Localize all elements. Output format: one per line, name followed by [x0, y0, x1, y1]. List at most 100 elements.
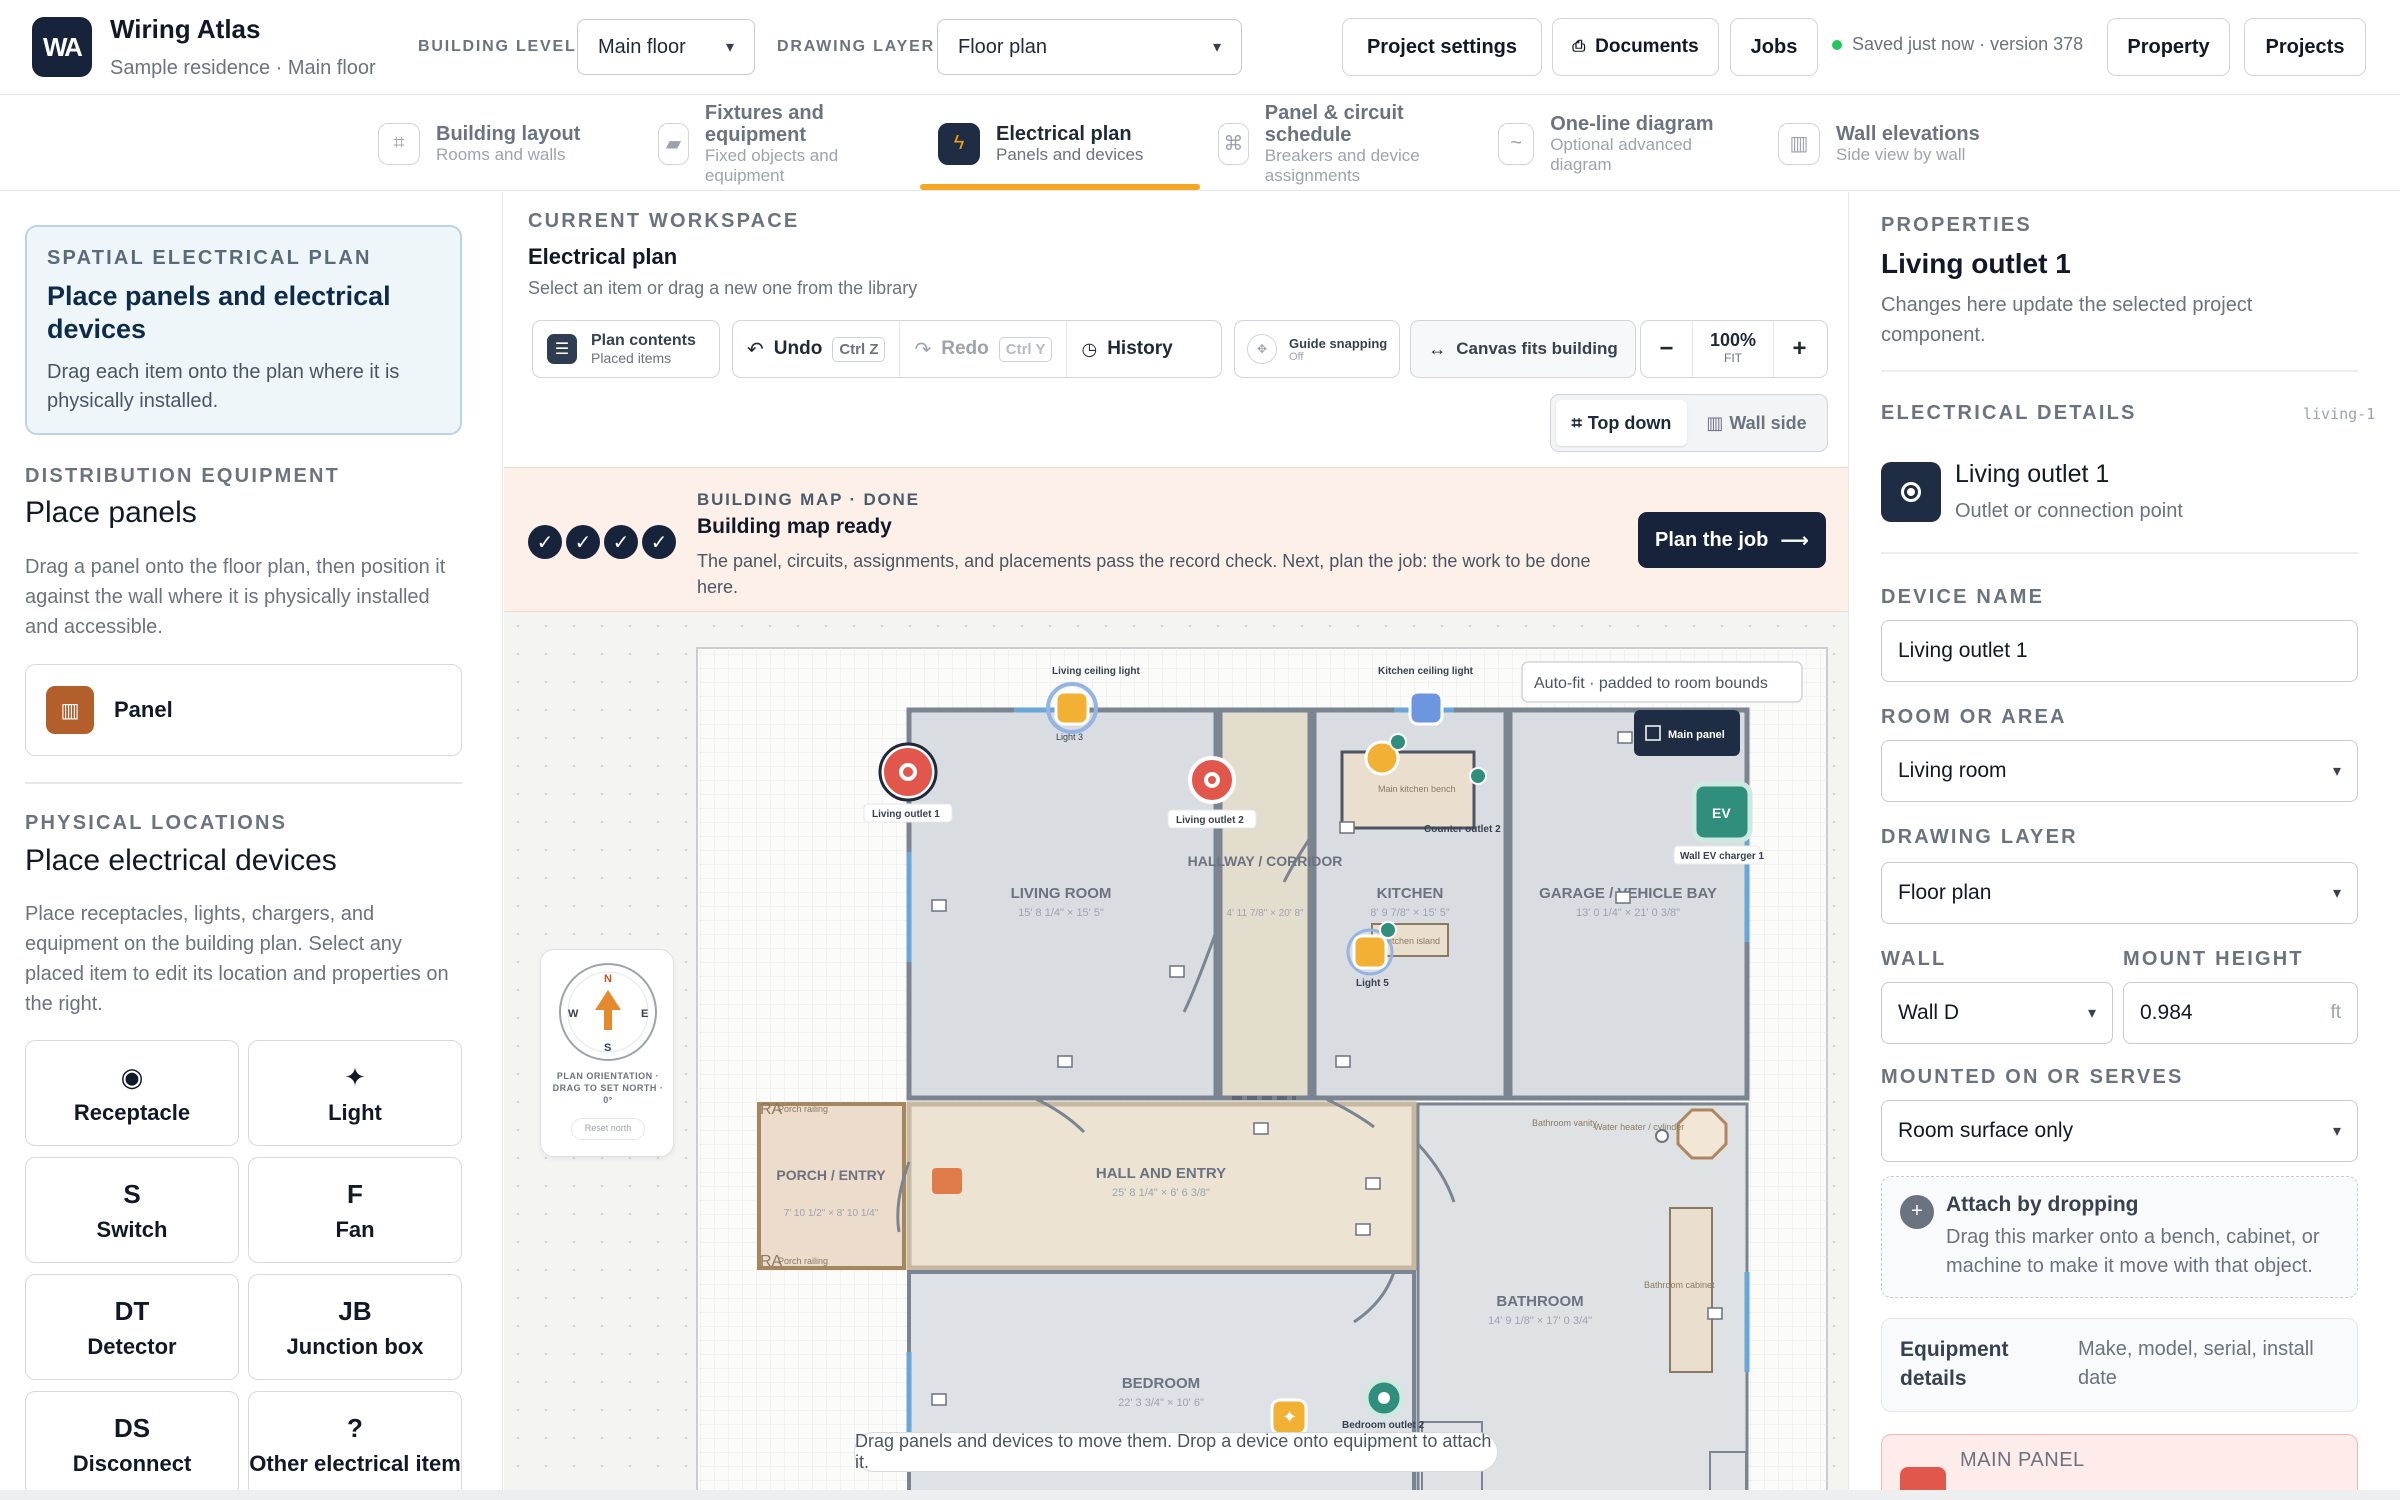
drawing-layer-label: DRAWING LAYER	[777, 38, 935, 55]
undo-shortcut: Ctrl Z	[832, 336, 886, 362]
device-receptacle[interactable]: ◉ Receptacle	[25, 1040, 239, 1146]
room-hallway[interactable]	[1217, 707, 1313, 1101]
device-other[interactable]: ? Other electrical item	[248, 1391, 462, 1497]
device-detector[interactable]: DT Detector	[25, 1274, 239, 1380]
equipment-details-row[interactable]: Equipment details Make, model, serial, i…	[1881, 1318, 2358, 1412]
app-root: WA Wiring Atlas Sample residence · Main …	[0, 0, 2400, 1500]
jobs-button[interactable]: Jobs	[1730, 18, 1818, 76]
top-bar: WA Wiring Atlas Sample residence · Main …	[0, 0, 2400, 95]
device-light[interactable]: ✦ Light	[248, 1040, 462, 1146]
history-button[interactable]: ◷ History	[1067, 321, 1186, 377]
tab-subtitle: Fixed objects and equipment	[704, 145, 839, 185]
room-dims: 22' 3 3/4" × 10' 6"	[1118, 1397, 1204, 1409]
tab-one-line[interactable]: ~ One-line diagram Optional advanced diag…	[1498, 96, 1728, 191]
device-marker-bedroom-light[interactable]: ✦	[1270, 1398, 1308, 1436]
electrical-id: living-1	[2303, 405, 2376, 423]
plan-canvas[interactable]: LIVING ROOM HALLWAY / CORRIDOR KITCHEN G…	[504, 612, 1848, 1500]
top-down-button[interactable]: ⌗ Top down	[1556, 400, 1687, 446]
redo-button[interactable]: ↷ Redo Ctrl Y	[900, 321, 1068, 377]
switch-box-icon[interactable]	[1339, 821, 1355, 834]
projects-button[interactable]: Projects	[2244, 18, 2366, 76]
room-living[interactable]	[906, 707, 1219, 1101]
arrow-right-icon: ⟶	[1780, 529, 1809, 552]
switch-box-icon[interactable]	[1355, 1223, 1371, 1236]
tab-wall-elevations[interactable]: ▥ Wall elevations Side view by wall	[1778, 96, 1980, 191]
switch-box-icon[interactable]	[1615, 891, 1631, 904]
switch-box-icon[interactable]	[1365, 1177, 1381, 1190]
room-hall-entry[interactable]	[906, 1101, 1417, 1271]
project-settings-button[interactable]: Project settings	[1342, 18, 1542, 76]
fixture-water-heater[interactable]	[1676, 1108, 1728, 1160]
device-switch[interactable]: S Switch	[25, 1157, 239, 1263]
device-title: Living outlet 1	[1955, 460, 2110, 488]
device-fan[interactable]: F Fan	[248, 1157, 462, 1263]
switch-icon: S	[123, 1178, 141, 1209]
canvas-fits-button[interactable]: ↔ Canvas fits building	[1410, 320, 1636, 378]
tab-building-layout[interactable]: ⌗ Building layout Rooms and walls	[378, 96, 580, 191]
tab-panel-schedule[interactable]: ⌘ Panel & circuit schedule Breakers and d…	[1218, 96, 1448, 191]
canvas-hint: Drag panels and devices to move them. Dr…	[854, 1431, 1498, 1472]
orientation-text: PLAN ORIENTATION · DRAG TO SET NORTH · 0…	[552, 1071, 664, 1105]
device-label: Light 5	[1356, 978, 1389, 989]
mount-height-input[interactable]: 0.984 ft	[2123, 982, 2358, 1044]
intro-text: Drag each item onto the plan where it is…	[47, 361, 400, 412]
workspace-kicker: CURRENT WORKSPACE	[528, 210, 800, 232]
switch-box-icon[interactable]	[1707, 1307, 1723, 1320]
intro-title: Place panels and electrical devices	[47, 281, 391, 344]
wall-select[interactable]: Wall D ▾	[1881, 982, 2113, 1044]
porch-light-icon[interactable]	[932, 1168, 962, 1194]
room-select[interactable]: Living room ▾	[1881, 740, 2358, 802]
zoom-in-button[interactable]: +	[1773, 321, 1825, 377]
serves-select[interactable]: Room surface only ▾	[1881, 1100, 2358, 1162]
distribution-text: Drag a panel onto the floor plan, then p…	[25, 556, 446, 638]
switch-box-icon[interactable]	[1057, 1055, 1073, 1068]
plan-orientation-widget[interactable]: N E S W PLAN ORIENTATION · DRAG TO SET N…	[540, 949, 674, 1157]
room-porch[interactable]	[757, 1102, 906, 1270]
redo-label: Redo	[941, 338, 989, 359]
undo-button[interactable]: ↶ Undo Ctrl Z	[733, 321, 901, 377]
workspace: CURRENT WORKSPACE Electrical plan Select…	[504, 192, 1848, 1500]
tab-title: Electrical plan	[996, 122, 1132, 145]
grid-icon: ⌗	[1571, 412, 1582, 433]
serves-value: Room surface only	[1898, 1119, 2074, 1142]
device-disconnect[interactable]: DS Disconnect	[25, 1391, 239, 1497]
reset-north-button[interactable]: Reset north	[571, 1118, 645, 1140]
switch-box-icon[interactable]	[1617, 731, 1633, 744]
wall-side-button[interactable]: ▥ Wall side	[1691, 400, 1822, 446]
device-name-input[interactable]: Living outlet 1	[1881, 620, 2358, 682]
switch-box-icon[interactable]	[1335, 1055, 1351, 1068]
documents-button[interactable]: ⎙ Documents	[1552, 18, 1719, 76]
panel-library-item[interactable]: ▥ Panel	[25, 664, 462, 756]
list-icon: ☰	[547, 334, 577, 364]
room-garage[interactable]	[1507, 707, 1750, 1101]
drawing-layer-select[interactable]: Floor plan ▾	[937, 19, 1242, 75]
device-label: Fan	[335, 1216, 375, 1242]
intro-kicker: SPATIAL ELECTRICAL PLAN	[47, 247, 372, 269]
device-subtitle: Outlet or connection point	[1955, 500, 2183, 522]
device-junction-box[interactable]: JB Junction box	[248, 1274, 462, 1380]
floor-plan[interactable]: LIVING ROOM HALLWAY / CORRIDOR KITCHEN G…	[504, 612, 1848, 1500]
mount-height-unit: ft	[2330, 1002, 2341, 1023]
history-toolbar: ↶ Undo Ctrl Z ↷ Redo Ctrl Y ◷ History	[732, 320, 1222, 378]
switch-box-icon[interactable]	[1253, 1122, 1269, 1135]
zoom-out-button[interactable]: −	[1641, 321, 1693, 377]
plan-the-job-button[interactable]: Plan the job ⟶	[1638, 512, 1826, 568]
plan-contents-button[interactable]: ☰ Plan contents Placed items	[532, 320, 720, 378]
property-button[interactable]: Property	[2107, 18, 2230, 76]
switch-box-icon[interactable]	[1169, 965, 1185, 978]
fit-arrows-icon: ↔	[1428, 338, 1447, 359]
switch-box-icon[interactable]	[931, 1393, 947, 1406]
attach-drop-zone[interactable]: + Attach by dropping Drag this marker on…	[1881, 1176, 2358, 1298]
tab-subtitle: Optional advanced diagram	[1550, 134, 1692, 174]
switch-box-icon[interactable]	[931, 899, 947, 912]
device-marker-main-panel[interactable]: Main panel	[1634, 710, 1740, 756]
tab-electrical-plan[interactable]: ϟ Electrical plan Panels and devices	[938, 96, 1143, 191]
layer-select[interactable]: Floor plan ▾	[1881, 862, 2358, 924]
fixture-bathroom-cabinet[interactable]	[1669, 1207, 1713, 1373]
water-heater-outlet-icon[interactable]	[1655, 1129, 1669, 1143]
tab-fixtures[interactable]: ▰ Fixtures and equipment Fixed objects an…	[658, 96, 868, 191]
guide-snapping-toggle[interactable]: ✥ Guide snapping Off	[1234, 320, 1400, 378]
tab-title: Fixtures and equipment	[704, 101, 824, 146]
building-level-select[interactable]: Main floor ▾	[577, 19, 755, 75]
bolt-icon: ϟ	[938, 122, 980, 165]
